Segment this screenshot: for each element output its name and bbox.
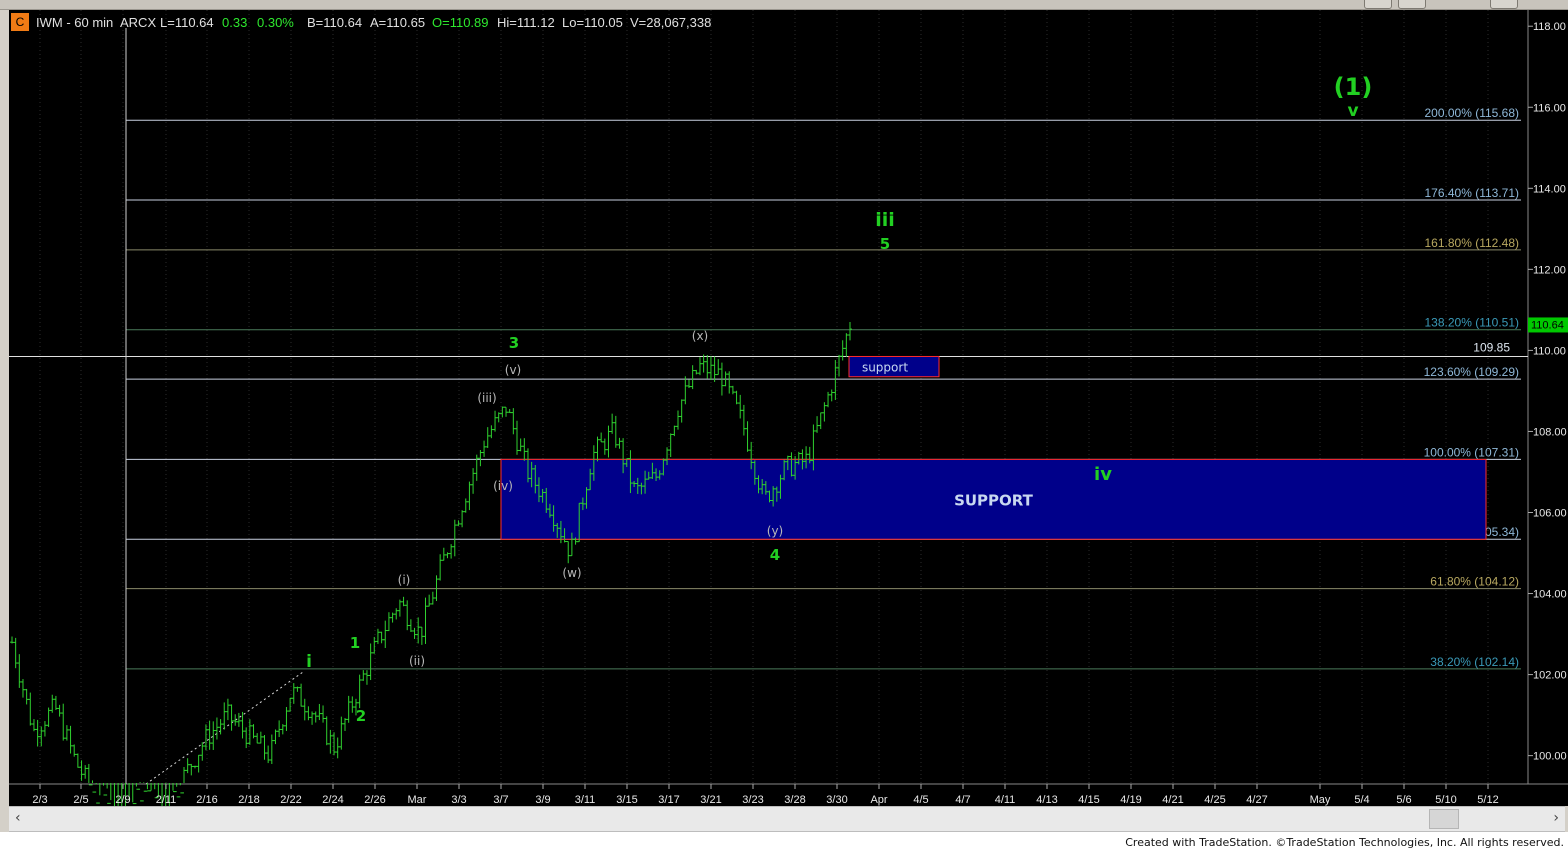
x-tick-label: 3/3 xyxy=(451,794,466,806)
wave-label-gray: (i) xyxy=(398,573,411,587)
wave-label-gray: (iii) xyxy=(477,391,496,405)
header-ask: A=110.65 xyxy=(370,15,425,30)
wave-label-gray: (v) xyxy=(505,363,521,377)
y-tick-label: 110.00 xyxy=(1533,345,1566,357)
wave-label-green: 4 xyxy=(770,546,780,564)
y-tick-label: 112.00 xyxy=(1533,264,1566,276)
support-zone-label: SUPPORT xyxy=(954,491,1034,509)
x-tick-label: 2/22 xyxy=(280,794,301,806)
x-tick-label: 4/13 xyxy=(1036,794,1057,806)
chart-window: 200.00% (115.68) 176.40% (113.71) 161.80% … xyxy=(0,0,1568,852)
footer: Created with TradeStation. ©TradeStation… xyxy=(0,832,1568,852)
plot-background xyxy=(9,10,1528,784)
x-tick-label: 2/11 xyxy=(156,794,177,806)
x-tick-label: Mar xyxy=(408,794,427,806)
fib-level-label: 161.80% (112.48) xyxy=(1424,236,1519,250)
fib-level-label: 176.40% (113.71) xyxy=(1424,186,1519,200)
fib-level-label: 38.20% (102.14) xyxy=(1430,655,1519,669)
wave-label-green: (1) xyxy=(1334,73,1373,101)
y-tick-label: 104.00 xyxy=(1533,589,1567,601)
x-tick-label: 5/6 xyxy=(1396,794,1411,806)
fib-level-label: 200.00% (115.68) xyxy=(1424,106,1519,120)
scroll-right-icon[interactable]: › xyxy=(1553,811,1559,825)
y-tick-label: 108.00 xyxy=(1533,426,1567,438)
x-tick-label: 4/11 xyxy=(995,794,1016,806)
scroll-left-icon[interactable]: ‹ xyxy=(15,811,21,825)
y-tick-label: 116.00 xyxy=(1533,102,1566,114)
wave-label-gray: (y) xyxy=(767,524,783,538)
x-tick-label: 3/17 xyxy=(658,794,679,806)
x-tick-label: 5/4 xyxy=(1354,794,1369,806)
header-volume: V=28,067,338 xyxy=(630,15,711,30)
wave-label-gray: (iv) xyxy=(493,479,513,493)
x-tick-label: 2/24 xyxy=(322,794,343,806)
support-zone-label: support xyxy=(862,361,908,375)
x-tick-label: 3/7 xyxy=(493,794,508,806)
y-tick-label: 100.00 xyxy=(1533,751,1567,763)
header-bid: B=110.64 xyxy=(307,15,362,30)
header-high: Hi=111.12 xyxy=(497,15,555,30)
x-tick-label: 2/18 xyxy=(238,794,259,806)
x-tick-label: 3/9 xyxy=(535,794,550,806)
x-tick-label: 5/10 xyxy=(1435,794,1456,806)
wave-label-gray: (ii) xyxy=(409,654,425,668)
x-tick-label: 3/15 xyxy=(616,794,637,806)
x-tick-label: 3/21 xyxy=(700,794,721,806)
header-exchange: ARCX xyxy=(120,15,156,30)
header-change-pct: 0.30% xyxy=(257,15,294,30)
x-tick-label: May xyxy=(1310,794,1331,806)
horizontal-price-label: 109.85 xyxy=(1473,340,1510,354)
y-tick-label: 114.00 xyxy=(1533,183,1566,195)
x-tick-label: Apr xyxy=(870,794,887,806)
header-low: Lo=110.05 xyxy=(562,15,623,30)
x-tick-label: 4/19 xyxy=(1120,794,1141,806)
x-tick-label: 2/5 xyxy=(73,794,88,806)
wave-label-green: iv xyxy=(1094,464,1112,485)
chart-badge[interactable]: C xyxy=(11,13,29,31)
wave-label-gray: (x) xyxy=(692,329,708,343)
header-open: O=110.89 xyxy=(432,15,489,30)
x-tick-label: 4/5 xyxy=(913,794,928,806)
wave-label-green: 1 xyxy=(350,634,360,652)
y-tick-label: 106.00 xyxy=(1533,507,1567,519)
fib-level-label: 123.60% (109.29) xyxy=(1424,365,1519,379)
x-tick-label: 5/12 xyxy=(1477,794,1498,806)
wave-label-green: 3 xyxy=(509,334,519,352)
fib-level-label: 138.20% (110.51) xyxy=(1424,316,1519,330)
last-price-label: 110.64 xyxy=(1531,319,1564,331)
header-change: 0.33 xyxy=(222,15,247,30)
wave-label-green: 2 xyxy=(356,707,366,725)
y-tick-label: 102.00 xyxy=(1533,670,1567,682)
credits-text: Created with TradeStation. ©TradeStation… xyxy=(1125,836,1564,849)
x-tick-label: 2/3 xyxy=(32,794,47,806)
last-price-tag: 110.64 xyxy=(1528,317,1568,333)
x-tick-label: 4/21 xyxy=(1162,794,1183,806)
fib-level-label: 100.00% (107.31) xyxy=(1424,445,1519,459)
x-tick-label: 2/9 xyxy=(115,794,130,806)
header-last: L=110.64 xyxy=(160,15,214,30)
horizontal-scrollbar[interactable]: ‹ › xyxy=(9,806,1565,832)
x-tick-label: 2/16 xyxy=(196,794,217,806)
x-tick-label: 4/7 xyxy=(955,794,970,806)
x-tick-label: 4/25 xyxy=(1204,794,1225,806)
wave-label-green: i xyxy=(306,652,312,672)
wave-label-green: iii xyxy=(875,209,895,231)
header-symbol: IWM - 60 min xyxy=(36,15,113,30)
symbol-header: IWM - 60 min ARCX L=110.64 0.33 0.30% B=… xyxy=(36,15,711,30)
x-tick-label: 2/26 xyxy=(364,794,385,806)
x-tick-label: 3/23 xyxy=(742,794,763,806)
scrollbar-thumb[interactable] xyxy=(1429,809,1459,829)
wave-label-gray: (w) xyxy=(562,566,581,580)
x-tick-label: 3/28 xyxy=(784,794,805,806)
wave-label-green: 5 xyxy=(880,235,890,253)
wave-label-green: v xyxy=(1347,101,1358,121)
x-tick-label: 3/30 xyxy=(826,794,847,806)
x-tick-label: 4/15 xyxy=(1078,794,1099,806)
fib-level-label: 61.80% (104.12) xyxy=(1430,575,1519,589)
x-tick-label: 4/27 xyxy=(1246,794,1267,806)
price-axis-background xyxy=(1528,10,1568,784)
y-tick-label: 118.00 xyxy=(1533,21,1566,33)
x-tick-label: 3/11 xyxy=(575,794,596,806)
chart-area[interactable]: 200.00% (115.68)176.40% (113.71)161.80% … xyxy=(0,0,1568,806)
